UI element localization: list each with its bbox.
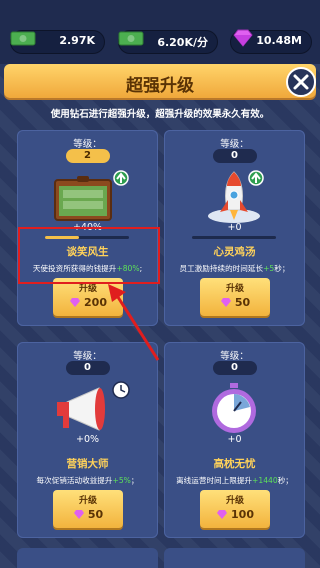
- cash-stack-icon: [118, 31, 144, 46]
- upgrade-card-partial: [17, 548, 158, 568]
- cash-icon: [10, 31, 36, 46]
- money-suitcase-icon: [54, 170, 129, 221]
- upgrade-button[interactable]: 升级 100: [200, 490, 270, 528]
- level-label: 等级：: [73, 139, 102, 150]
- upgrade-card-xinling: 等级： 0 +0 心灵鸡汤 员工激励持续的时间延长+5秒； 升级 50: [164, 130, 305, 326]
- effect-percent: +0: [227, 434, 242, 445]
- diamond-icon: [233, 29, 253, 47]
- upgrade-button[interactable]: 升级 50: [200, 278, 270, 316]
- upgrade-description: 员工激励持续的时间延长+5秒；: [179, 264, 290, 273]
- level-badge: 2: [65, 149, 110, 163]
- upgrade-description: 每次促销活动收益提升+5%；: [36, 476, 139, 485]
- level-badge: 0: [212, 361, 257, 375]
- megaphone-icon: [57, 381, 130, 431]
- resource-bar: 2.97K 6.20K/分 10.48M: [0, 0, 320, 64]
- level-progress-bar: [192, 236, 276, 239]
- upgrade-button[interactable]: 升级 50: [53, 490, 123, 528]
- pointer-arrow-icon: [108, 284, 160, 361]
- highlight-box: [18, 227, 160, 284]
- upgrade-button-label: 升级: [225, 284, 244, 294]
- upgrade-cost: 100: [200, 508, 270, 521]
- income-value: 6.20K/分: [157, 36, 208, 49]
- cash-value: 2.97K: [59, 34, 95, 47]
- panel-description: 使用钻石进行超强升级，超强升级的效果永久有效。: [50, 109, 270, 120]
- level-label: 等级：: [220, 139, 249, 150]
- upgrade-card-partial: [164, 548, 305, 568]
- upgrade-name: 营销大师: [66, 458, 109, 470]
- upgrade-card-gaozhen: 等级： 0 +0 高枕无忧 离线运营时间上限提升+1440秒； 升级 100: [164, 342, 305, 538]
- upgrade-button-label: 升级: [78, 496, 97, 506]
- close-icon: [293, 74, 309, 90]
- effect-percent: +0: [227, 222, 242, 233]
- upgrade-card-yingxiao: 等级： 0 +0% 营销大师 每次促销活动收益提升+5%； 升级 50: [17, 342, 158, 538]
- upgrade-button-label: 升级: [225, 496, 244, 506]
- diamond-counter: 10.48M: [230, 29, 312, 54]
- close-button[interactable]: [286, 67, 316, 97]
- income-counter: 6.20K/分: [118, 30, 218, 54]
- rocket-icon: [208, 170, 264, 223]
- upgrade-name: 高枕无忧: [213, 458, 256, 470]
- upgrade-cost: 50: [53, 508, 123, 521]
- cash-counter: 2.97K: [10, 30, 105, 54]
- upgrade-cost: 50: [200, 296, 270, 309]
- level-label: 等级：: [220, 351, 249, 362]
- panel-header: 超强升级: [4, 64, 316, 98]
- diamond-icon: [70, 298, 81, 307]
- diamond-icon: [73, 510, 84, 519]
- panel-title: 超强升级: [126, 76, 194, 96]
- diamond-icon: [217, 510, 228, 519]
- stopwatch-icon: [212, 383, 256, 433]
- diamond-value: 10.48M: [256, 34, 302, 47]
- level-badge: 0: [212, 149, 257, 163]
- upgrade-description: 离线运营时间上限提升+1440秒；: [176, 476, 293, 485]
- upgrade-name: 心灵鸡汤: [213, 246, 256, 258]
- effect-percent: +0%: [75, 434, 100, 445]
- diamond-icon: [220, 298, 231, 307]
